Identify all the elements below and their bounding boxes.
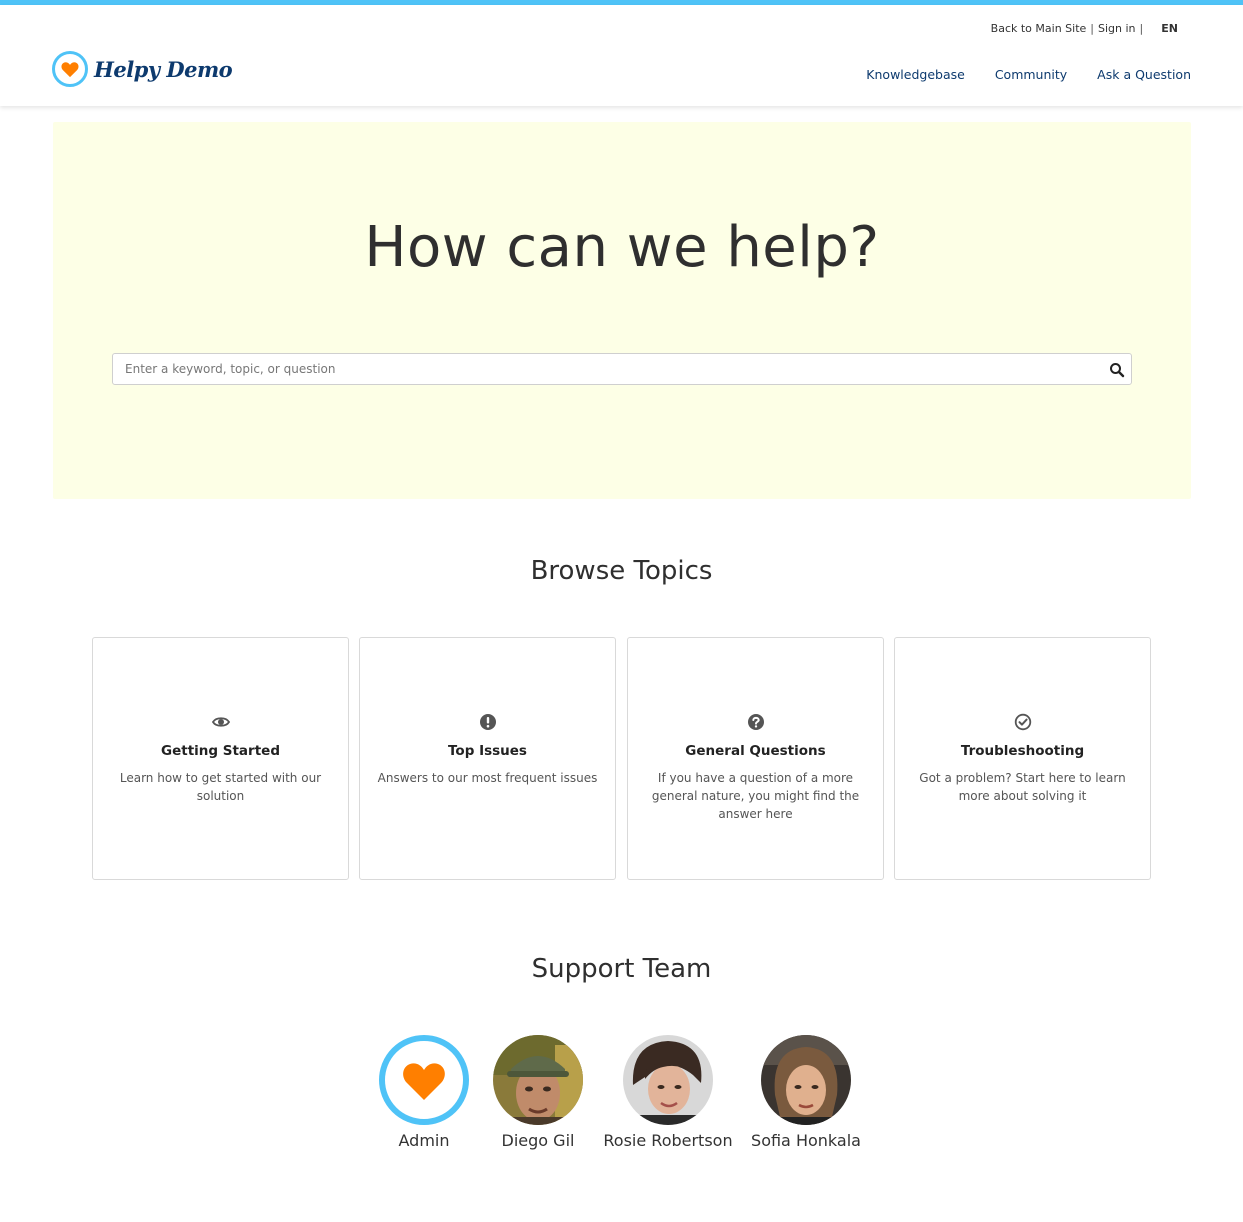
member-name: Sofia Honkala [751, 1131, 861, 1150]
brand-name: Helpy Demo [94, 56, 233, 82]
nav-knowledgebase[interactable]: Knowledgebase [866, 67, 965, 82]
search-icon[interactable] [1109, 362, 1125, 378]
exclamation-circle-icon [479, 714, 496, 730]
utility-links: Back to Main Site | Sign in | EN [991, 22, 1178, 35]
topic-description: If you have a question of a more general… [651, 771, 860, 821]
team-member-diego-gil[interactable]: Diego Gil [483, 1035, 593, 1150]
hero-banner: How can we help? [53, 122, 1191, 499]
search-input[interactable] [113, 354, 1131, 384]
avatar [761, 1035, 851, 1125]
topic-title: General Questions [685, 743, 826, 759]
topic-title: Troubleshooting [960, 743, 1085, 759]
site-header: Back to Main Site | Sign in | EN Helpy D… [0, 5, 1243, 106]
avatar [379, 1035, 469, 1125]
utility-separator: | [1139, 22, 1144, 35]
eye-icon [211, 717, 230, 727]
team-member-rosie-robertson[interactable]: Rosie Robertson [603, 1035, 733, 1150]
member-name: Rosie Robertson [603, 1131, 733, 1150]
topic-title: Getting Started [161, 743, 280, 759]
avatar [493, 1035, 583, 1125]
site-logo[interactable]: Helpy Demo [52, 51, 233, 87]
topic-description: Got a problem? Start here to learn more … [919, 771, 1126, 803]
topic-card-troubleshooting[interactable]: Troubleshooting Got a problem? Start her… [894, 637, 1151, 880]
heart-icon [403, 1063, 445, 1100]
main-nav: Knowledgebase Community Ask a Question [836, 67, 1191, 82]
member-name: Diego Gil [501, 1131, 575, 1150]
member-name: Admin [398, 1131, 450, 1150]
avatar [623, 1035, 713, 1125]
team-member-admin[interactable]: Admin [369, 1035, 479, 1150]
hero-title: How can we help? [364, 215, 880, 280]
check-circle-icon [1014, 713, 1031, 731]
browse-topics-heading: Browse Topics [530, 556, 713, 586]
utility-separator: | [1090, 22, 1095, 35]
sign-in-link[interactable]: Sign in [1098, 22, 1136, 35]
topic-description: Learn how to get started with our soluti… [119, 771, 322, 803]
nav-community[interactable]: Community [995, 67, 1067, 82]
search-box [112, 353, 1132, 385]
support-team-heading: Support Team [531, 954, 712, 984]
topic-card-top-issues[interactable]: Top Issues Answers to our most frequent … [359, 637, 616, 880]
topic-card-general-questions[interactable]: General Questions If you have a question… [627, 637, 884, 880]
question-circle-icon [747, 714, 764, 730]
team-member-sofia-honkala[interactable]: Sofia Honkala [746, 1035, 866, 1150]
back-to-main-site-link[interactable]: Back to Main Site [991, 22, 1087, 35]
topic-description: Answers to our most frequent issues [377, 771, 598, 785]
topic-title: Top Issues [448, 743, 527, 759]
heart-logo-icon [52, 51, 88, 87]
nav-ask-a-question[interactable]: Ask a Question [1097, 67, 1191, 82]
topic-card-getting-started[interactable]: Getting Started Learn how to get started… [92, 637, 349, 880]
language-selector[interactable]: EN [1161, 22, 1178, 35]
